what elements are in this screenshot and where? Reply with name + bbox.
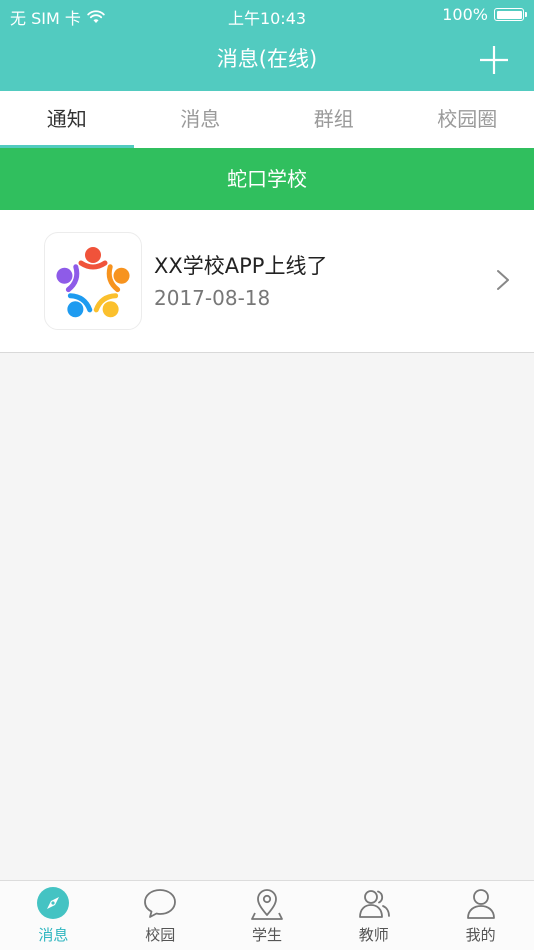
compass-icon [37, 887, 70, 919]
school-banner[interactable]: 蛇口学校 [0, 148, 534, 210]
bottom-tab-bar: 消息 校园 学生 教师 我的 [0, 880, 534, 950]
map-pin-icon [251, 889, 283, 920]
top-bar: 无 SIM 卡 上午10:43 100% 消息(在线) [0, 0, 534, 91]
tab-notices[interactable]: 通知 [0, 91, 134, 148]
chat-bubble-icon [144, 889, 177, 918]
tabbar-label: 学生 [251, 926, 282, 944]
notice-date: 2017-08-18 [154, 286, 271, 310]
tab-messages[interactable]: 消息 [134, 91, 268, 148]
tabbar-item-teachers[interactable]: 教师 [320, 881, 427, 950]
tabbar-item-messages[interactable]: 消息 [0, 881, 107, 950]
tabbar-label: 消息 [38, 926, 69, 944]
tabbar-item-students[interactable]: 学生 [214, 881, 321, 950]
notice-title: XX学校APP上线了 [154, 254, 328, 278]
plus-icon[interactable] [478, 44, 510, 76]
page-title: 消息(在线) [216, 47, 318, 71]
list-item[interactable]: XX学校APP上线了 2017-08-18 [0, 210, 534, 353]
tab-campus-circle[interactable]: 校园圈 [401, 91, 534, 148]
status-bar: 无 SIM 卡 上午10:43 100% [0, 0, 534, 30]
battery-percent: 100% [442, 5, 488, 24]
status-right: 100% [442, 5, 527, 24]
school-app-logo-icon [44, 232, 142, 330]
chevron-right-icon [497, 270, 509, 290]
tabbar-label: 校园 [145, 926, 176, 944]
user-icon [466, 889, 495, 919]
battery-icon [494, 8, 527, 21]
tabbar-label: 我的 [465, 926, 496, 944]
message-tabs: 通知 消息 群组 校园圈 [0, 91, 534, 148]
tab-groups[interactable]: 群组 [267, 91, 401, 148]
people-icon [358, 890, 390, 918]
tabbar-item-campus[interactable]: 校园 [107, 881, 214, 950]
tabbar-item-me[interactable]: 我的 [427, 881, 534, 950]
tabbar-label: 教师 [358, 926, 389, 944]
